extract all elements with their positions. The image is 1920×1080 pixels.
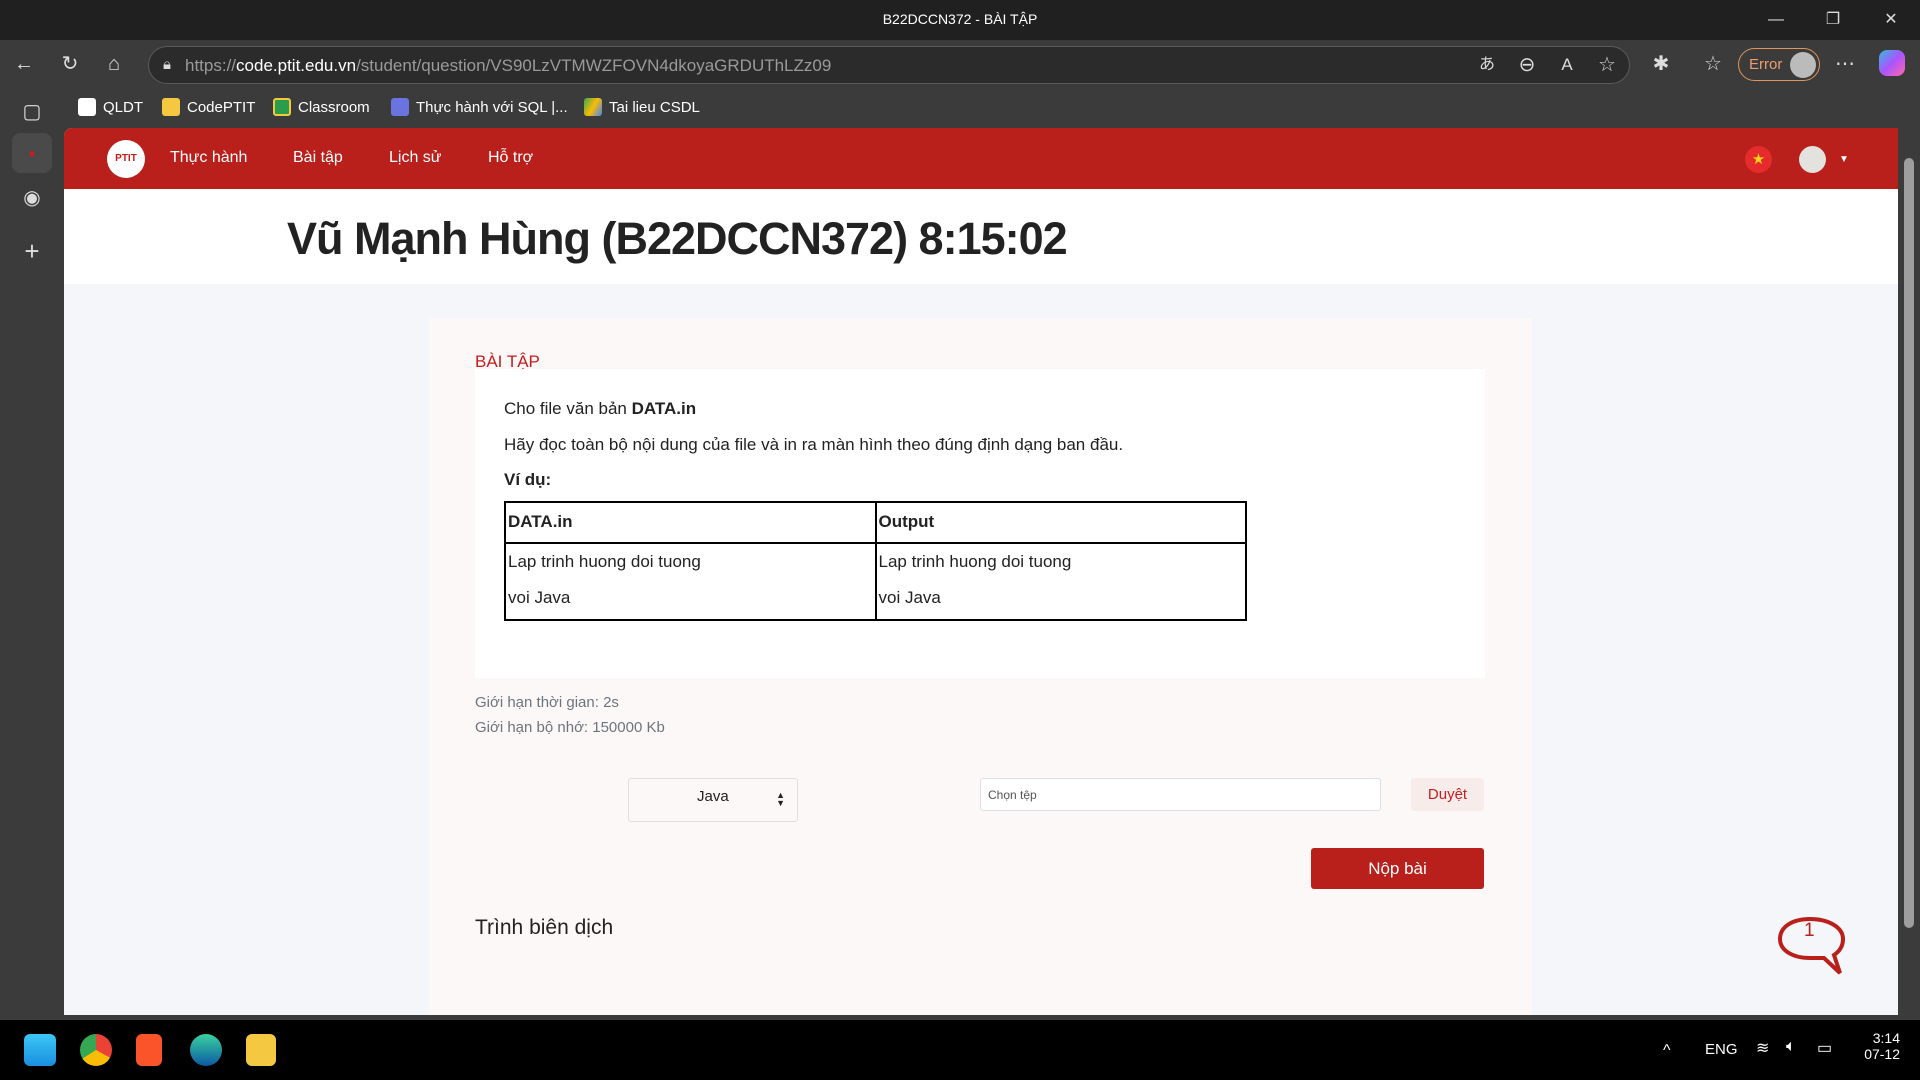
restore-icon[interactable]: ❐ — [1818, 6, 1848, 34]
ptit-tab-icon[interactable]: ● — [12, 133, 52, 173]
table-cell-input: Lap trinh huong doi tuong voi Java — [504, 542, 877, 621]
read-aloud-icon[interactable]: A — [1553, 51, 1581, 79]
nav-ho-tro[interactable]: Hỗ trợ — [488, 149, 533, 167]
file-input[interactable]: Chọn tệp — [980, 778, 1381, 811]
caret-down-icon[interactable]: ▼ — [1839, 154, 1849, 165]
classroom-icon — [273, 98, 291, 116]
copilot-icon[interactable] — [1879, 50, 1905, 76]
bookmarks-bar: QLDT CodePTIT Classroom Thực hành với SQ… — [64, 88, 1920, 128]
memory-limit: Giới hạn bộ nhớ: 150000 Kb — [475, 719, 665, 736]
chat-bubble-icon[interactable]: 1 — [1775, 915, 1846, 977]
translate-icon[interactable]: あ — [1473, 51, 1501, 79]
bookmark-qldt[interactable]: QLDT — [78, 98, 143, 116]
select-arrows-icon: ▲ ▼ — [776, 790, 785, 808]
site-logo[interactable]: PTIT — [107, 140, 145, 178]
clock[interactable]: 3:14 07-12 — [1850, 1030, 1900, 1062]
problem-statement: Cho file văn bản DATA.in Hãy đọc toàn bộ… — [475, 369, 1485, 678]
browser-sidebar: ▢ ● ◉ + — [0, 88, 64, 1020]
window-titlebar: B22DCCN372 - BÀI TẬP — ❐ ✕ — [0, 0, 1920, 40]
favorite-star-icon[interactable]: ☆ — [1593, 51, 1621, 79]
address-bar[interactable]: 🔒︎ https://code.ptit.edu.vn/student/ques… — [148, 46, 1630, 84]
table-cell-output: Lap trinh huong doi tuong voi Java — [874, 542, 1247, 621]
problem-card: BÀI TẬP Cho file văn bản DATA.in Hãy đọc… — [429, 318, 1532, 1015]
volume-icon[interactable]: 🔈︎ — [1786, 1038, 1796, 1056]
user-avatar[interactable] — [1799, 146, 1826, 173]
zoom-out-icon[interactable]: ⊖ — [1513, 51, 1541, 79]
bookmark-classroom[interactable]: Classroom — [273, 98, 370, 116]
example-table: DATA.in Output Lap trinh huong doi tuong… — [504, 501, 1247, 621]
wifi-icon[interactable]: ≋ — [1756, 1038, 1769, 1058]
sql-icon — [391, 98, 409, 116]
example-label: Ví dụ: — [504, 470, 552, 489]
more-icon[interactable]: ⋯ — [1831, 50, 1859, 78]
scrollbar-thumb[interactable] — [1904, 158, 1914, 928]
refresh-icon[interactable]: ↻ — [56, 50, 84, 78]
language-indicator[interactable]: ENG — [1705, 1041, 1738, 1058]
statement-line-1: Cho file văn bản DATA.in — [504, 399, 697, 418]
statement-line-2: Hãy đọc toàn bộ nội dung của file và in … — [504, 435, 1124, 454]
minimize-icon[interactable]: — — [1761, 6, 1791, 34]
browse-button[interactable]: Duyệt — [1411, 778, 1484, 811]
table-header: Output — [874, 501, 1247, 544]
folder-icon — [162, 98, 180, 116]
page-title: Vũ Mạnh Hùng (B22DCCN372) 8:15:02 — [287, 213, 1068, 264]
submit-button[interactable]: Nộp bài — [1311, 848, 1484, 889]
web-page: PTIT Thực hành Bài tập Lịch sử Hỗ trợ ★ … — [64, 128, 1898, 1015]
back-icon[interactable]: ← — [10, 50, 38, 78]
table-header-row: DATA.in Output — [504, 501, 1247, 544]
language-flag-icon[interactable]: ★ — [1745, 146, 1772, 173]
bookmark-sql[interactable]: Thực hành với SQL |... — [391, 98, 568, 116]
chrome-icon[interactable] — [80, 1034, 112, 1066]
browser-toolbar: ← ↻ ⌂ 🔒︎ https://code.ptit.edu.vn/studen… — [0, 40, 1920, 88]
taskbar: ^ ENG ≋ 🔈︎ ▭ 3:14 07-12 — [0, 1020, 1920, 1080]
tab-actions-icon[interactable]: ▢ — [12, 92, 52, 132]
battery-icon[interactable]: ▭ — [1817, 1038, 1832, 1058]
close-icon[interactable]: ✕ — [1876, 6, 1906, 34]
home-icon[interactable]: ⌂ — [100, 50, 128, 78]
bookmark-csdl[interactable]: Tai lieu CSDL — [584, 98, 700, 116]
url-text[interactable]: https://code.ptit.edu.vn/student/questio… — [185, 56, 831, 76]
page-scrollbar[interactable] — [1898, 128, 1920, 1015]
table-row: Lap trinh huong doi tuong voi Java Lap tr… — [504, 542, 1247, 621]
brave-icon[interactable] — [136, 1034, 162, 1066]
profile-error-button[interactable]: Error — [1738, 48, 1820, 81]
nav-lich-su[interactable]: Lịch sử — [389, 149, 442, 167]
ptit-icon — [78, 98, 96, 116]
tray-chevron-icon[interactable]: ^ — [1663, 1042, 1671, 1060]
site-navbar: PTIT Thực hành Bài tập Lịch sử Hỗ trợ ★ … — [64, 128, 1898, 189]
bookmark-codeptit[interactable]: CodePTIT — [162, 98, 255, 116]
extensions-icon[interactable]: ✱ — [1647, 50, 1675, 78]
add-tab-icon[interactable]: + — [12, 231, 52, 271]
compiler-select[interactable]: Java ▲ ▼ — [628, 778, 798, 822]
file-explorer-icon[interactable] — [246, 1034, 276, 1066]
nav-thuc-hanh[interactable]: Thực hành — [170, 149, 247, 167]
drive-icon — [584, 98, 602, 116]
window-title: B22DCCN372 - BÀI TẬP — [882, 11, 1038, 27]
page-header: Vũ Mạnh Hùng (B22DCCN372) 8:15:02 — [64, 189, 1898, 284]
lock-icon[interactable]: 🔒︎ — [153, 51, 181, 79]
github-icon[interactable]: ◉ — [12, 178, 52, 218]
nav-bai-tap[interactable]: Bài tập — [293, 149, 343, 167]
time-limit: Giới hạn thời gian: 2s — [475, 694, 619, 711]
favorites-icon[interactable]: ☆ — [1699, 50, 1727, 78]
profile-avatar-icon — [1790, 52, 1816, 78]
chat-badge: 1 — [1804, 920, 1815, 941]
edge-icon[interactable] — [190, 1034, 222, 1066]
start-icon[interactable] — [24, 1034, 56, 1066]
table-header: DATA.in — [504, 501, 877, 544]
compiler-label: Trình biên dịch — [475, 916, 614, 939]
